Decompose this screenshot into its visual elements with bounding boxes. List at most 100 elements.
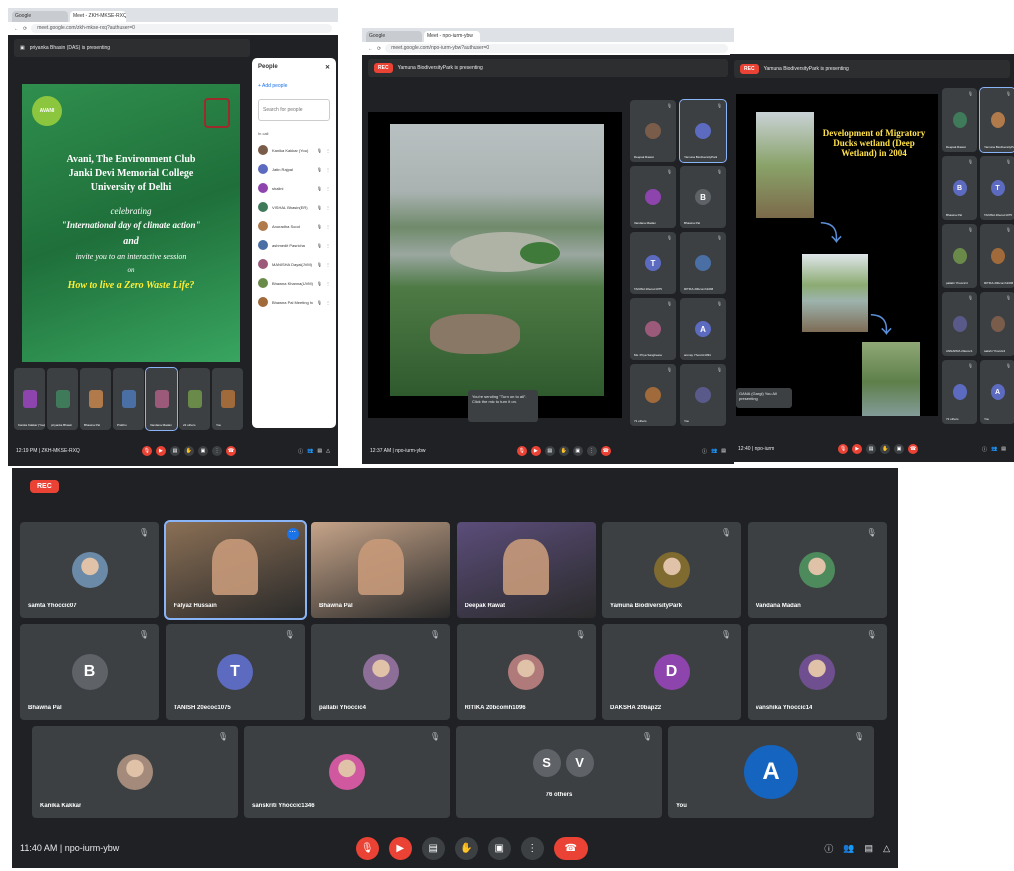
browser-tab-active[interactable]: Meet - npo-iurm-ybw bbox=[424, 31, 480, 42]
more-icon[interactable]: ⋮ bbox=[326, 262, 330, 267]
back-icon[interactable]: ← bbox=[368, 46, 373, 52]
participant-tile[interactable]: 🎙 71 others bbox=[630, 364, 676, 426]
participant-tile[interactable]: Vandana Madan bbox=[145, 367, 178, 431]
participant-tile[interactable]: Deepak Rawat bbox=[456, 522, 596, 618]
add-people-button[interactable]: + Add people bbox=[258, 83, 330, 89]
browser-tab[interactable]: Google bbox=[12, 11, 68, 22]
participant-tile[interactable]: 🎙 Deepak Rawat bbox=[630, 100, 676, 162]
participant-tile[interactable]: 🎙 D DAKSHA 20bap22 bbox=[602, 624, 741, 720]
participant-tile[interactable]: 🎙 RITIKA 20bcomh1096 bbox=[680, 232, 726, 294]
participant-tile[interactable]: 🎙 T TANISH 20ecoc1075 bbox=[630, 232, 676, 294]
participant-tile[interactable]: 🎙 You bbox=[680, 364, 726, 426]
participant-tile[interactable]: Bhawna Pal bbox=[311, 522, 450, 618]
participant-tile[interactable]: 🎙 Deepak Rawat bbox=[942, 88, 977, 152]
leave-call-button[interactable]: ☎ bbox=[600, 446, 611, 456]
camera-button[interactable]: ▶ bbox=[388, 836, 412, 860]
participant-tile[interactable]: 🎙 pallabi Yhoccic4 bbox=[311, 624, 450, 720]
participant-tile[interactable]: 🎙 A You bbox=[980, 360, 1014, 424]
raise-hand-button[interactable]: ✋ bbox=[454, 836, 478, 860]
more-icon[interactable]: ⋮ bbox=[326, 300, 330, 305]
present-button[interactable]: ▣ bbox=[894, 444, 905, 454]
more-options-button[interactable]: ⋮ bbox=[520, 836, 544, 860]
more-icon[interactable]: ⋮ bbox=[326, 186, 330, 191]
participant-tile[interactable]: 🎙 A You bbox=[668, 726, 874, 818]
more-icon[interactable]: ⋮ bbox=[326, 281, 330, 286]
more-options-button[interactable]: ⋮ bbox=[586, 446, 597, 456]
mic-button[interactable]: 🎙 bbox=[516, 446, 527, 456]
raise-hand-button[interactable]: ✋ bbox=[558, 446, 569, 456]
participant-tile[interactable]: 🎙 pallabi Yhoccic4 bbox=[942, 224, 977, 288]
leave-call-button[interactable]: ☎ bbox=[553, 836, 588, 860]
raise-hand-button[interactable]: ✋ bbox=[880, 444, 891, 454]
people-icon[interactable]: 👥 bbox=[843, 843, 854, 854]
browser-tab-active[interactable]: Meet - ZKH-MKSE-RXQ bbox=[70, 11, 126, 22]
participant-tile[interactable]: 🎙 Yamuna BiodiversityPark bbox=[679, 99, 727, 163]
participant-tile[interactable]: 🎙 B Bhawna Pal bbox=[20, 624, 159, 720]
more-icon[interactable]: ⋮ bbox=[326, 224, 330, 229]
mic-button[interactable]: 🎙 bbox=[355, 836, 379, 860]
activities-icon[interactable]: △ bbox=[326, 448, 330, 454]
participant-row[interactable]: Bhawna Pal Meeting host 🎙 ⋮ bbox=[258, 297, 330, 307]
mic-button[interactable]: 🎙 bbox=[141, 446, 152, 456]
raise-hand-button[interactable]: ✋ bbox=[183, 446, 194, 456]
more-icon[interactable]: ⋮ bbox=[326, 243, 330, 248]
participant-tile[interactable]: 🎙 Vandana Madan bbox=[747, 522, 887, 618]
participant-row[interactable]: Kanika Kakkar (You) 🎙 ⋮ bbox=[258, 145, 330, 155]
participant-tile[interactable]: 🎙 sanskriti Yhoccic1346 bbox=[244, 726, 450, 818]
url-field[interactable]: meet.google.com/zkh-mkse-rxq?authuser=0 bbox=[31, 24, 332, 33]
participant-tile[interactable]: 🎙 S V 76 others bbox=[456, 726, 662, 818]
reload-icon[interactable]: ⟳ bbox=[377, 46, 381, 52]
participant-row[interactable]: VISHAL Bhasin(ER) 🎙 ⋮ bbox=[258, 202, 330, 212]
participant-tile[interactable]: 🎙 sakshi Yhoccic4 bbox=[980, 292, 1014, 356]
participant-tile[interactable]: ⋯ Falyaz Hussain bbox=[163, 520, 307, 620]
chat-icon[interactable]: ▤ bbox=[317, 448, 322, 454]
participant-tile[interactable]: 🎙 Ms. Priya Sangheeta bbox=[630, 298, 676, 360]
camera-button[interactable]: ▶ bbox=[852, 444, 863, 454]
participant-tile[interactable]: Kanika Kakkar (You) bbox=[14, 368, 45, 430]
participant-tile[interactable]: 🎙 samta Yhoccic07 bbox=[20, 522, 159, 618]
participant-tile[interactable]: 22 others bbox=[179, 368, 210, 430]
info-icon[interactable]: ⓘ bbox=[298, 448, 303, 455]
participant-tile[interactable]: 🎙 T TANISH 20ecoc1075 bbox=[165, 624, 305, 720]
participant-tile[interactable]: Prabhu bbox=[113, 368, 144, 430]
participant-tile[interactable]: 🎙 Yamuna BiodiversityPark bbox=[979, 87, 1014, 153]
present-button[interactable]: ▣ bbox=[572, 446, 583, 456]
captions-button[interactable]: ▤ bbox=[421, 836, 445, 860]
participant-tile[interactable]: Bhawna Pal bbox=[80, 368, 111, 430]
participant-tile[interactable]: 🎙 Kanika Kakkar bbox=[32, 726, 238, 818]
captions-button[interactable]: ▤ bbox=[866, 444, 877, 454]
participant-tile[interactable]: priyanka Bhasin bbox=[47, 368, 78, 430]
participant-tile[interactable]: 🎙 Vandana Madan bbox=[630, 166, 676, 228]
chat-icon[interactable]: ▤ bbox=[1001, 446, 1006, 452]
mic-button[interactable]: 🎙 bbox=[838, 444, 849, 454]
info-icon[interactable]: ⓘ bbox=[824, 842, 833, 855]
participant-tile[interactable]: 🎙 B Bhawna Pal bbox=[942, 156, 977, 220]
participant-tile[interactable]: 🎙 T TANISH 20ecoc1075 bbox=[980, 156, 1014, 220]
camera-button[interactable]: ▶ bbox=[155, 446, 166, 456]
people-icon[interactable]: 👥 bbox=[991, 446, 997, 452]
leave-call-button[interactable]: ☎ bbox=[908, 444, 919, 454]
participant-row[interactable]: ashmedit Pasricha 🎙 ⋮ bbox=[258, 240, 330, 250]
participant-row[interactable]: MANISHA Dayal(JVM) 🎙 ⋮ bbox=[258, 259, 330, 269]
camera-button[interactable]: ▶ bbox=[530, 446, 541, 456]
participant-tile[interactable]: 🎙 RITIKA 20bcomh1096 bbox=[456, 624, 596, 720]
info-icon[interactable]: ⓘ bbox=[982, 446, 987, 453]
participant-tile[interactable]: You bbox=[212, 368, 243, 430]
participant-row[interactable]: Bhawna Khanna(UVM) 🎙 ⋮ bbox=[258, 278, 330, 288]
reload-icon[interactable]: ⟳ bbox=[23, 26, 27, 32]
present-button[interactable]: ▣ bbox=[487, 836, 511, 860]
participant-tile[interactable]: 🎙 72 others bbox=[942, 360, 977, 424]
people-icon[interactable]: 👥 bbox=[711, 448, 717, 454]
participant-tile[interactable]: 🎙 Yamuna BiodiversityPark bbox=[602, 522, 741, 618]
participant-tile[interactable]: 🎙 Aanmay Yhoccic1091 bbox=[680, 298, 726, 360]
participant-tile[interactable]: 🎙 B Bhawna Pal bbox=[680, 166, 726, 228]
participant-tile[interactable]: 🎙 RITIKA 20bcomh1096 bbox=[980, 224, 1014, 288]
captions-button[interactable]: ▤ bbox=[169, 446, 180, 456]
participant-tile[interactable]: 🎙 vanshika Yhoccic14 bbox=[747, 624, 887, 720]
chat-icon[interactable]: ▤ bbox=[865, 843, 874, 854]
close-icon[interactable]: ✕ bbox=[325, 64, 330, 71]
participant-tile[interactable]: 🎙 ANNAPRA 20ecoc1 bbox=[942, 292, 977, 356]
info-icon[interactable]: ⓘ bbox=[702, 448, 707, 455]
captions-button[interactable]: ▤ bbox=[544, 446, 555, 456]
chat-icon[interactable]: ▤ bbox=[721, 448, 726, 454]
